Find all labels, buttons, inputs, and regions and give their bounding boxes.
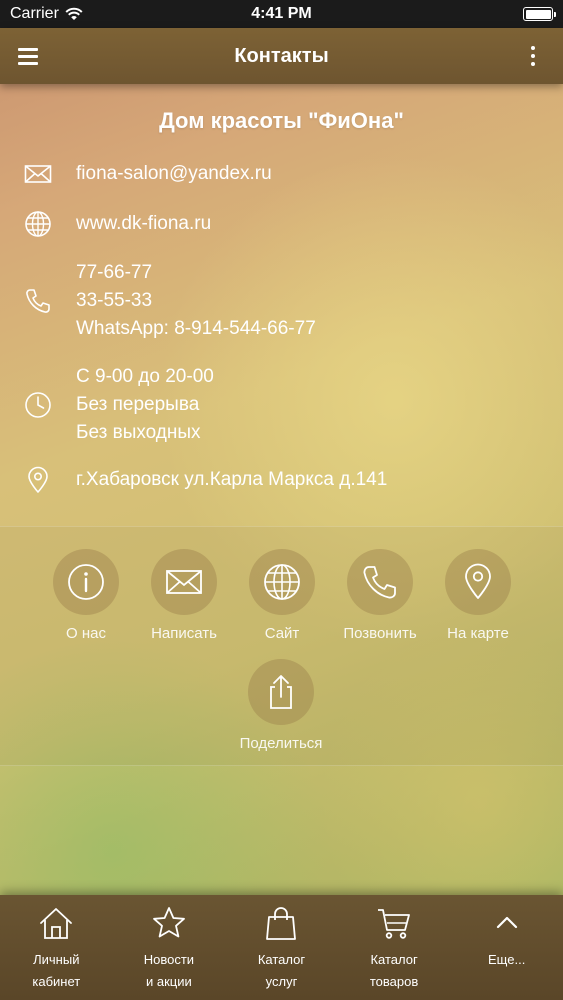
action-share-label: Поделиться xyxy=(239,735,323,752)
star-icon xyxy=(151,905,187,941)
action-write-label: Написать xyxy=(151,625,217,642)
hours-line-2: Без перерыва xyxy=(76,394,200,415)
tab-personal-account-label: Личный кабинет xyxy=(32,952,81,989)
phone-number-2[interactable]: 33-55-33 xyxy=(76,287,316,315)
phone-icon xyxy=(26,289,50,313)
mail-icon xyxy=(166,570,202,594)
action-site-circle[interactable] xyxy=(249,549,315,615)
action-about-label: О нас xyxy=(66,625,106,642)
working-hours: С 9-00 до 20-00 Без перерыва Без выходны… xyxy=(76,363,214,447)
status-carrier-group: Carrier xyxy=(10,5,83,23)
hours-line-3: Без выходных xyxy=(76,422,201,443)
tab-news[interactable]: Новости и акции xyxy=(113,895,226,1000)
action-site-label: Сайт xyxy=(264,625,300,642)
website-row[interactable]: www.dk-fiona.ru xyxy=(0,210,563,238)
status-time: 4:41 PM xyxy=(251,5,312,22)
action-share-circle[interactable] xyxy=(248,659,314,725)
tab-personal-account[interactable]: Личный кабинет xyxy=(0,895,113,1000)
status-bar: Carrier 4:41 PM xyxy=(0,0,563,28)
action-write[interactable]: Написать xyxy=(135,549,233,642)
action-map[interactable]: На карте xyxy=(429,549,527,642)
mail-icon xyxy=(24,165,52,183)
clock-icon xyxy=(25,392,51,418)
home-icon xyxy=(38,905,74,941)
email-link[interactable]: fiona-salon@yandex.ru xyxy=(76,160,272,188)
carrier-label: Carrier xyxy=(10,5,59,22)
phone-number-1[interactable]: 77-66-77 xyxy=(76,259,316,287)
action-map-label: На карте xyxy=(447,625,509,642)
phone-whatsapp[interactable]: WhatsApp: 8-914-544-66-77 xyxy=(76,315,316,343)
email-row[interactable]: fiona-salon@yandex.ru xyxy=(0,160,563,188)
tab-services-catalog-label: Каталог услуг xyxy=(257,952,306,989)
tab-services-catalog[interactable]: Каталог услуг xyxy=(225,895,338,1000)
info-icon xyxy=(68,564,104,600)
tab-products-catalog[interactable]: Каталог товаров xyxy=(338,895,451,1000)
tab-more[interactable]: Еще... xyxy=(450,895,563,1000)
action-call-label: Позвонить xyxy=(343,625,417,642)
bottom-tab-bar: Личный кабинет Новости и акции Каталог у… xyxy=(0,895,563,1000)
globe-icon xyxy=(264,564,300,600)
phone-row[interactable]: 77-66-77 33-55-33 WhatsApp: 8-914-544-66… xyxy=(0,259,563,343)
more-vertical-icon[interactable] xyxy=(523,42,543,70)
address-row[interactable]: г.Хабаровск ул.Карла Маркса д.141 xyxy=(0,466,563,494)
action-site[interactable]: Сайт xyxy=(233,549,331,642)
address-text[interactable]: г.Хабаровск ул.Карла Маркса д.141 xyxy=(76,466,387,494)
globe-icon xyxy=(25,211,51,237)
battery-icon xyxy=(523,7,556,21)
action-about-circle[interactable] xyxy=(53,549,119,615)
map-pin-icon xyxy=(465,563,491,599)
website-link[interactable]: www.dk-fiona.ru xyxy=(76,210,211,238)
action-call-circle[interactable] xyxy=(347,549,413,615)
action-about[interactable]: О нас xyxy=(37,549,135,642)
hamburger-menu-icon[interactable] xyxy=(18,44,44,68)
map-pin-icon xyxy=(28,466,48,493)
action-call[interactable]: Позвонить xyxy=(331,549,429,642)
action-map-circle[interactable] xyxy=(445,549,511,615)
hours-row: С 9-00 до 20-00 Без перерыва Без выходны… xyxy=(0,363,563,447)
company-name: Дом красоты "ФиОна" xyxy=(159,108,404,133)
wifi-icon xyxy=(65,7,83,20)
quick-actions-panel: О нас Написать Сайт Позвонить На карте П… xyxy=(0,526,563,766)
tab-more-label: Еще... xyxy=(488,952,526,967)
share-icon xyxy=(270,675,292,709)
tab-products-catalog-label: Каталог товаров xyxy=(369,952,419,989)
hours-line-1: С 9-00 до 20-00 xyxy=(76,366,214,387)
navigation-bar: Контакты xyxy=(0,28,563,84)
cart-icon xyxy=(376,905,412,941)
tab-news-label: Новости и акции xyxy=(143,952,195,989)
phone-icon xyxy=(363,566,396,599)
contact-info-panel: Дом красоты "ФиОна" fiona-salon@yandex.r… xyxy=(0,84,563,526)
shopping-bag-icon xyxy=(263,905,299,941)
page-title: Контакты xyxy=(234,44,329,67)
phone-numbers: 77-66-77 33-55-33 WhatsApp: 8-914-544-66… xyxy=(76,259,316,343)
chevron-up-icon xyxy=(489,905,525,941)
action-write-circle[interactable] xyxy=(151,549,217,615)
action-share[interactable]: Поделиться xyxy=(232,659,330,752)
